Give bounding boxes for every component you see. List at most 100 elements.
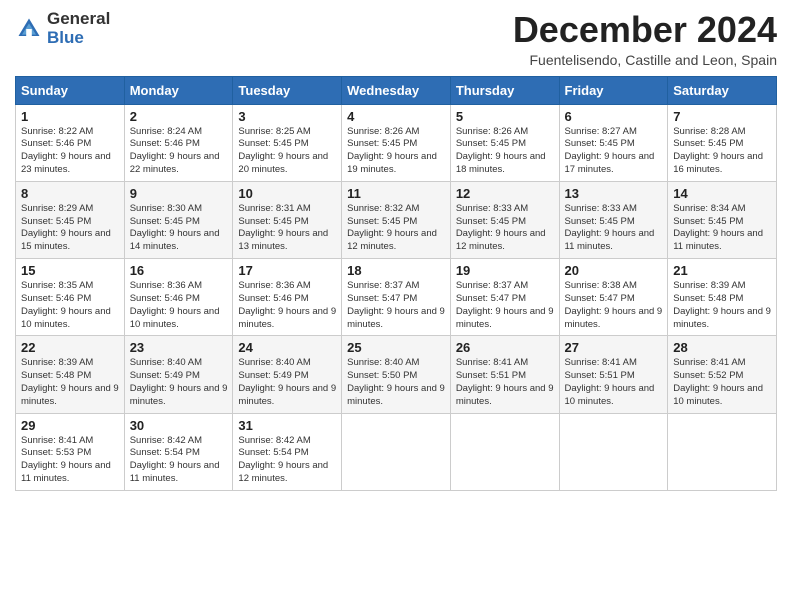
cell-info: Sunrise: 8:40 AMSunset: 5:49 PMDaylight:… bbox=[130, 357, 228, 408]
table-row: 2Sunrise: 8:24 AMSunset: 5:46 PMDaylight… bbox=[124, 104, 233, 181]
table-row: 14Sunrise: 8:34 AMSunset: 5:45 PMDayligh… bbox=[668, 181, 777, 258]
day-number: 2 bbox=[130, 109, 228, 124]
logo-blue: Blue bbox=[47, 29, 110, 48]
table-row: 27Sunrise: 8:41 AMSunset: 5:51 PMDayligh… bbox=[559, 336, 668, 413]
cell-info: Sunrise: 8:41 AMSunset: 5:52 PMDaylight:… bbox=[673, 357, 771, 408]
day-number: 8 bbox=[21, 186, 119, 201]
table-row: 5Sunrise: 8:26 AMSunset: 5:45 PMDaylight… bbox=[450, 104, 559, 181]
day-number: 5 bbox=[456, 109, 554, 124]
table-row: 31 Sunrise: 8:42 AMSunset: 5:54 PMDayligh… bbox=[233, 413, 342, 490]
table-row: 21 Sunrise: 8:39 AMSunset: 5:48 PMDayligh… bbox=[668, 259, 777, 336]
table-row: 4 Sunrise: 8:26 AMSunset: 5:45 PMDaylight… bbox=[342, 104, 451, 181]
logo-icon bbox=[15, 15, 43, 43]
calendar-row: 15 Sunrise: 8:35 AMSunset: 5:46 PMDayligh… bbox=[16, 259, 777, 336]
day-number: 13 bbox=[565, 186, 663, 201]
day-number: 19 bbox=[456, 263, 554, 278]
day-number: 24 bbox=[238, 340, 336, 355]
cell-info: Sunrise: 8:36 AMSunset: 5:46 PMDaylight:… bbox=[238, 280, 336, 331]
day-number: 7 bbox=[673, 109, 771, 124]
header: General Blue December 2024 Fuentelisendo… bbox=[15, 10, 777, 68]
table-row: 6 Sunrise: 8:27 AMSunset: 5:45 PMDaylight… bbox=[559, 104, 668, 181]
table-row: 28 Sunrise: 8:41 AMSunset: 5:52 PMDayligh… bbox=[668, 336, 777, 413]
cell-info: Sunrise: 8:40 AMSunset: 5:50 PMDaylight:… bbox=[347, 357, 445, 408]
table-row: 18Sunrise: 8:37 AMSunset: 5:47 PMDayligh… bbox=[342, 259, 451, 336]
col-friday: Friday bbox=[559, 76, 668, 104]
logo: General Blue bbox=[15, 10, 110, 47]
cell-info: Sunrise: 8:34 AMSunset: 5:45 PMDaylight:… bbox=[673, 203, 771, 254]
cell-info: Sunrise: 8:33 AMSunset: 5:45 PMDaylight:… bbox=[565, 203, 663, 254]
cell-info: Sunrise: 8:36 AMSunset: 5:46 PMDaylight:… bbox=[130, 280, 228, 331]
cell-info: Sunrise: 8:40 AMSunset: 5:49 PMDaylight:… bbox=[238, 357, 336, 408]
cell-info: Sunrise: 8:42 AMSunset: 5:54 PMDaylight:… bbox=[238, 435, 336, 486]
day-number: 17 bbox=[238, 263, 336, 278]
day-number: 12 bbox=[456, 186, 554, 201]
table-row: 26 Sunrise: 8:41 AMSunset: 5:51 PMDayligh… bbox=[450, 336, 559, 413]
table-row bbox=[342, 413, 451, 490]
day-number: 27 bbox=[565, 340, 663, 355]
calendar-row: 22 Sunrise: 8:39 AMSunset: 5:48 PMDayligh… bbox=[16, 336, 777, 413]
table-row: 12 Sunrise: 8:33 AMSunset: 5:45 PMDayligh… bbox=[450, 181, 559, 258]
table-row: 8Sunrise: 8:29 AMSunset: 5:45 PMDaylight… bbox=[16, 181, 125, 258]
day-number: 23 bbox=[130, 340, 228, 355]
cell-info: Sunrise: 8:22 AMSunset: 5:46 PMDaylight:… bbox=[21, 126, 119, 177]
cell-info: Sunrise: 8:39 AMSunset: 5:48 PMDaylight:… bbox=[21, 357, 119, 408]
cell-info: Sunrise: 8:37 AMSunset: 5:47 PMDaylight:… bbox=[456, 280, 554, 331]
cell-info: Sunrise: 8:32 AMSunset: 5:45 PMDaylight:… bbox=[347, 203, 445, 254]
day-number: 25 bbox=[347, 340, 445, 355]
cell-info: Sunrise: 8:42 AMSunset: 5:54 PMDaylight:… bbox=[130, 435, 228, 486]
day-number: 31 bbox=[238, 418, 336, 433]
day-number: 1 bbox=[21, 109, 119, 124]
day-number: 22 bbox=[21, 340, 119, 355]
table-row: 15 Sunrise: 8:35 AMSunset: 5:46 PMDayligh… bbox=[16, 259, 125, 336]
day-number: 10 bbox=[238, 186, 336, 201]
page: General Blue December 2024 Fuentelisendo… bbox=[0, 0, 792, 612]
logo-general: General bbox=[47, 10, 110, 29]
cell-info: Sunrise: 8:25 AMSunset: 5:45 PMDaylight:… bbox=[238, 126, 336, 177]
table-row: 1 Sunrise: 8:22 AMSunset: 5:46 PMDaylight… bbox=[16, 104, 125, 181]
day-number: 4 bbox=[347, 109, 445, 124]
table-row: 19 Sunrise: 8:37 AMSunset: 5:47 PMDayligh… bbox=[450, 259, 559, 336]
col-sunday: Sunday bbox=[16, 76, 125, 104]
table-row: 10 Sunrise: 8:31 AMSunset: 5:45 PMDayligh… bbox=[233, 181, 342, 258]
col-thursday: Thursday bbox=[450, 76, 559, 104]
cell-info: Sunrise: 8:28 AMSunset: 5:45 PMDaylight:… bbox=[673, 126, 771, 177]
col-monday: Monday bbox=[124, 76, 233, 104]
day-number: 28 bbox=[673, 340, 771, 355]
day-number: 6 bbox=[565, 109, 663, 124]
table-row: 3 Sunrise: 8:25 AMSunset: 5:45 PMDaylight… bbox=[233, 104, 342, 181]
day-number: 3 bbox=[238, 109, 336, 124]
table-row: 30Sunrise: 8:42 AMSunset: 5:54 PMDayligh… bbox=[124, 413, 233, 490]
table-row: 24 Sunrise: 8:40 AMSunset: 5:49 PMDayligh… bbox=[233, 336, 342, 413]
day-number: 20 bbox=[565, 263, 663, 278]
day-number: 26 bbox=[456, 340, 554, 355]
cell-info: Sunrise: 8:33 AMSunset: 5:45 PMDaylight:… bbox=[456, 203, 554, 254]
table-row bbox=[668, 413, 777, 490]
cell-info: Sunrise: 8:26 AMSunset: 5:45 PMDaylight:… bbox=[347, 126, 445, 177]
table-row: 9Sunrise: 8:30 AMSunset: 5:45 PMDaylight… bbox=[124, 181, 233, 258]
table-row: 16Sunrise: 8:36 AMSunset: 5:46 PMDayligh… bbox=[124, 259, 233, 336]
table-row: 23 Sunrise: 8:40 AMSunset: 5:49 PMDayligh… bbox=[124, 336, 233, 413]
col-wednesday: Wednesday bbox=[342, 76, 451, 104]
table-row: 22 Sunrise: 8:39 AMSunset: 5:48 PMDayligh… bbox=[16, 336, 125, 413]
cell-info: Sunrise: 8:38 AMSunset: 5:47 PMDaylight:… bbox=[565, 280, 663, 331]
day-number: 21 bbox=[673, 263, 771, 278]
location-title: Fuentelisendo, Castille and Leon, Spain bbox=[513, 52, 777, 68]
table-row bbox=[559, 413, 668, 490]
cell-info: Sunrise: 8:35 AMSunset: 5:46 PMDaylight:… bbox=[21, 280, 119, 331]
title-section: December 2024 Fuentelisendo, Castille an… bbox=[513, 10, 777, 68]
table-row: 11 Sunrise: 8:32 AMSunset: 5:45 PMDayligh… bbox=[342, 181, 451, 258]
month-title: December 2024 bbox=[513, 10, 777, 50]
cell-info: Sunrise: 8:41 AMSunset: 5:51 PMDaylight:… bbox=[456, 357, 554, 408]
table-row: 29Sunrise: 8:41 AMSunset: 5:53 PMDayligh… bbox=[16, 413, 125, 490]
cell-info: Sunrise: 8:30 AMSunset: 5:45 PMDaylight:… bbox=[130, 203, 228, 254]
day-number: 29 bbox=[21, 418, 119, 433]
day-number: 15 bbox=[21, 263, 119, 278]
cell-info: Sunrise: 8:37 AMSunset: 5:47 PMDaylight:… bbox=[347, 280, 445, 331]
logo-text: General Blue bbox=[47, 10, 110, 47]
calendar-row: 1 Sunrise: 8:22 AMSunset: 5:46 PMDaylight… bbox=[16, 104, 777, 181]
cell-info: Sunrise: 8:31 AMSunset: 5:45 PMDaylight:… bbox=[238, 203, 336, 254]
cell-info: Sunrise: 8:27 AMSunset: 5:45 PMDaylight:… bbox=[565, 126, 663, 177]
cell-info: Sunrise: 8:39 AMSunset: 5:48 PMDaylight:… bbox=[673, 280, 771, 331]
day-number: 11 bbox=[347, 186, 445, 201]
table-row: 20 Sunrise: 8:38 AMSunset: 5:47 PMDayligh… bbox=[559, 259, 668, 336]
